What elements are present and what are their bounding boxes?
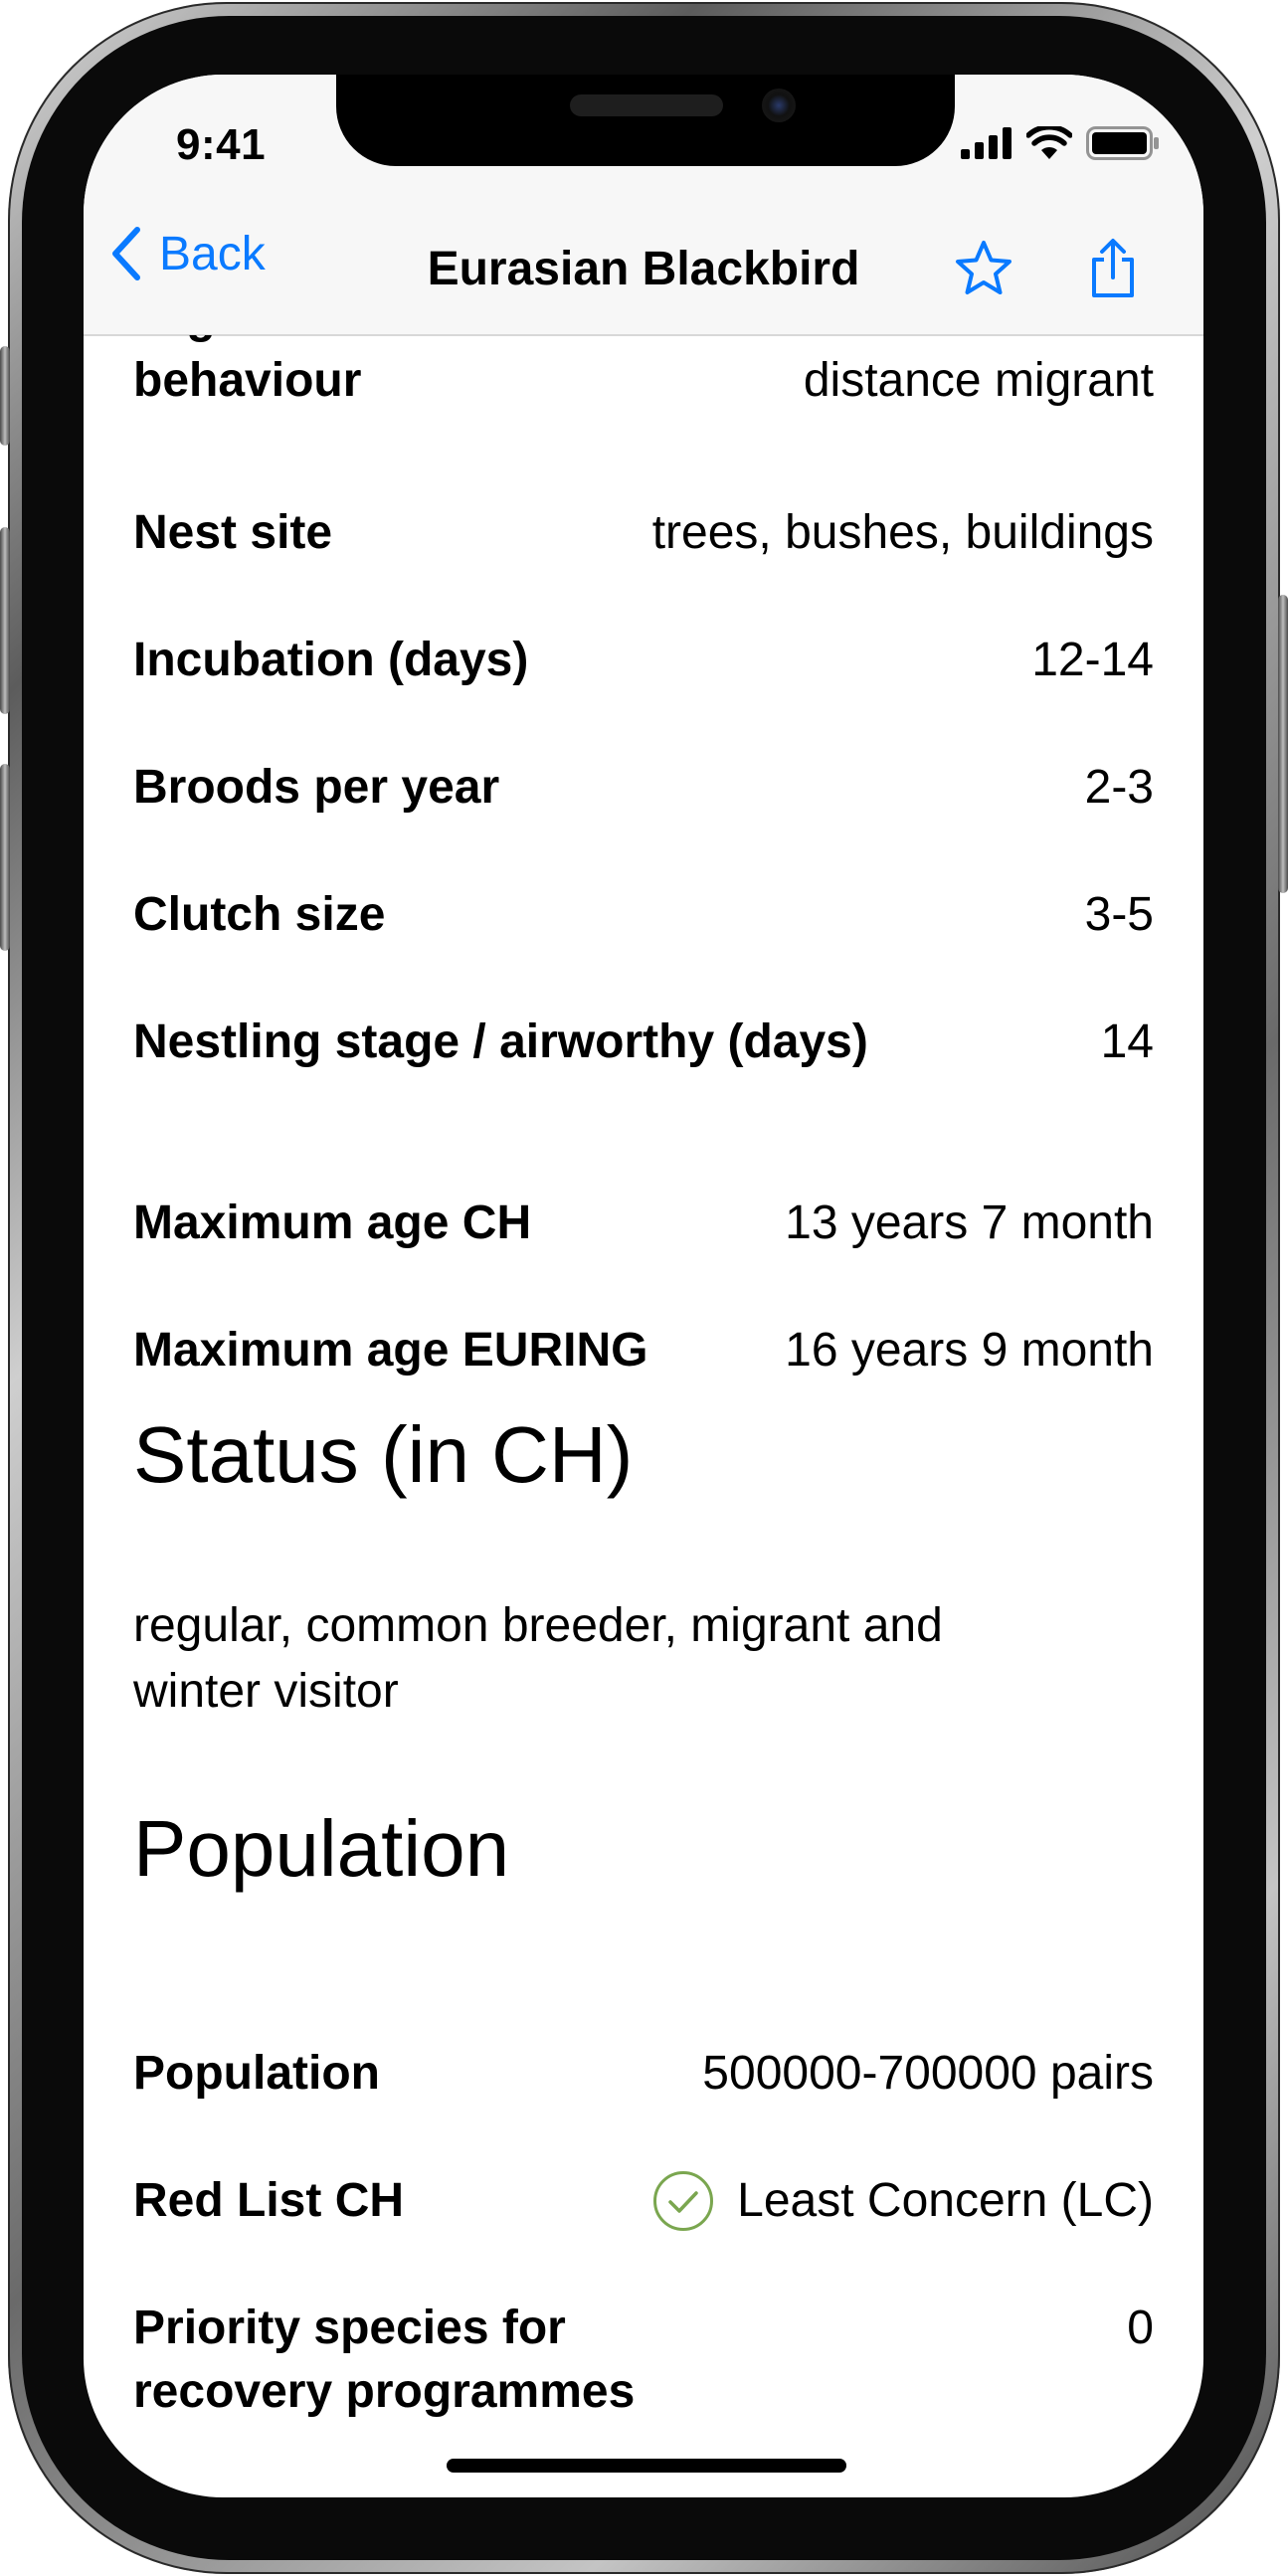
detail-row-migration: Migration behaviour resident to short- d… — [133, 335, 1154, 413]
status-time: 9:41 — [176, 120, 267, 169]
section-heading-population: Population — [133, 1804, 510, 1893]
detail-value: trees, bushes, buildings — [651, 506, 1154, 559]
detail-value: 500000-700000 pairs — [702, 2047, 1154, 2100]
page-title: Eurasian Blackbird — [427, 243, 860, 295]
red-list-status: Least Concern (LC) — [737, 2174, 1154, 2227]
detail-row-population: Population 500000-700000 pairs — [133, 2042, 1154, 2106]
details-scroll-view[interactable]: Migration behaviour resident to short- d… — [84, 335, 1203, 2497]
cellular-signal-icon — [961, 127, 1012, 159]
detail-row-red-list: Red List CH Least Concern (LC) — [133, 2169, 1154, 2233]
detail-row-priority-species: Priority species for recovery programmes… — [133, 2297, 1154, 2424]
share-icon — [1092, 239, 1134, 297]
star-icon — [956, 241, 1012, 294]
check-circle-icon — [653, 2171, 714, 2231]
notch — [336, 75, 955, 166]
volume-down-button — [0, 764, 10, 951]
favorite-button[interactable] — [949, 234, 1018, 303]
detail-value: 14 — [1100, 1015, 1154, 1068]
battery-icon — [1086, 126, 1159, 160]
detail-label: Maximum age EURING — [133, 1324, 648, 1377]
status-icons — [961, 126, 1160, 160]
detail-value: 12-14 — [1031, 634, 1154, 686]
detail-value: 2-3 — [1084, 761, 1154, 814]
detail-row-max-age-euring: Maximum age EURING 16 years 9 month — [133, 1319, 1154, 1382]
navigation-bar: Back Eurasian Blackbird — [84, 204, 1203, 336]
detail-row-nestling-stage: Nestling stage / airworthy (days) 14 — [133, 1011, 1154, 1074]
mute-switch — [0, 346, 10, 446]
detail-label: Incubation (days) — [133, 634, 529, 686]
detail-row-incubation: Incubation (days) 12-14 — [133, 629, 1154, 692]
detail-value: resident to short- distance migrant — [796, 335, 1154, 407]
screen: 9:41 Back Eurasian Blackbird behaviour d… — [84, 75, 1203, 2497]
front-camera — [762, 89, 796, 122]
detail-row-broods: Broods per year 2-3 — [133, 756, 1154, 820]
detail-row-nest-site: Nest site trees, bushes, buildings — [133, 501, 1154, 565]
detail-label: Migration behaviour — [133, 335, 362, 407]
detail-label: Nest site — [133, 506, 333, 559]
detail-label: Broods per year — [133, 761, 500, 814]
power-button — [1278, 595, 1288, 893]
detail-value: 16 years 9 month — [785, 1324, 1154, 1377]
volume-up-button — [0, 527, 10, 714]
detail-label: Maximum age CH — [133, 1196, 532, 1249]
detail-label: Clutch size — [133, 888, 386, 941]
speaker-grille — [570, 94, 723, 116]
detail-label: Red List CH — [133, 2174, 405, 2227]
status-description: regular, common breeder, migrant and win… — [133, 1599, 943, 1718]
detail-value: 3-5 — [1084, 888, 1154, 941]
detail-label: Population — [133, 2047, 380, 2100]
share-button[interactable] — [1078, 234, 1148, 303]
section-heading-status: Status (in CH) — [133, 1410, 634, 1499]
detail-label: Nestling stage / airworthy (days) — [133, 1015, 868, 1068]
detail-value: 13 years 7 month — [785, 1196, 1154, 1249]
detail-row-clutch-size: Clutch size 3-5 — [133, 883, 1154, 947]
detail-row-max-age-ch: Maximum age CH 13 years 7 month — [133, 1192, 1154, 1255]
wifi-icon — [1026, 126, 1072, 159]
detail-value: 0 — [1127, 2301, 1154, 2354]
detail-label: Priority species for recovery programmes — [133, 2301, 636, 2418]
detail-value: Least Concern (LC) — [651, 2169, 1154, 2233]
home-indicator[interactable] — [447, 2459, 846, 2473]
